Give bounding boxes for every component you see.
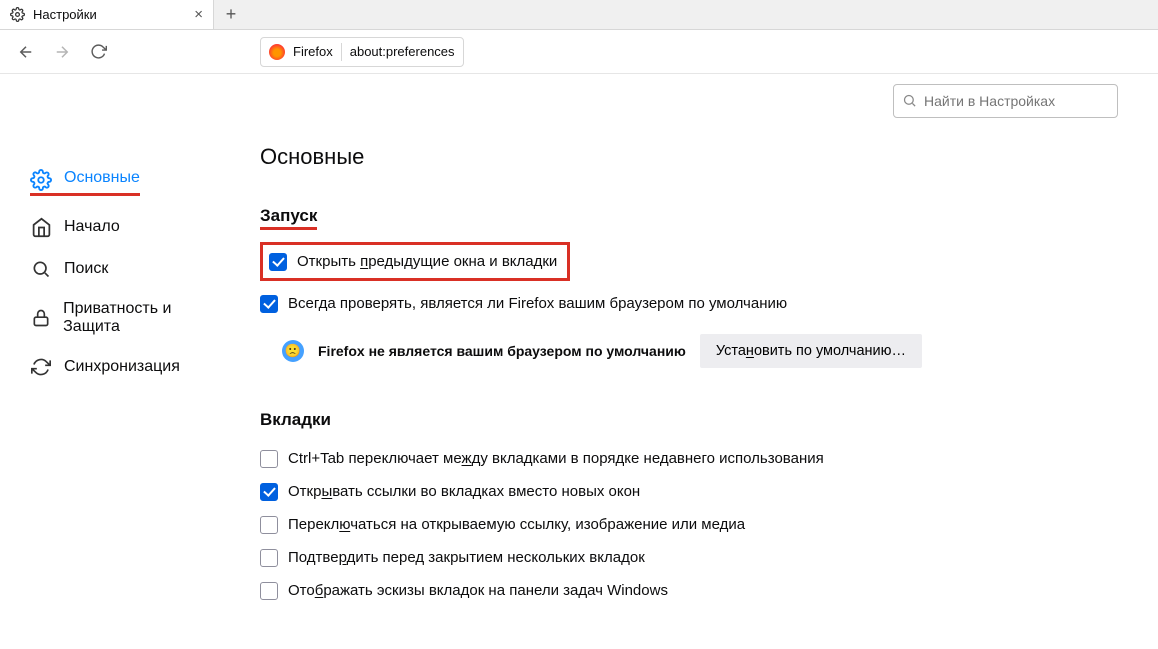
- separator: [341, 43, 342, 61]
- search-icon: [30, 258, 52, 280]
- sidebar-item-search[interactable]: Поиск: [26, 248, 230, 290]
- sidebar-item-label: Синхронизация: [64, 358, 180, 376]
- url-bar[interactable]: Firefox about:preferences: [260, 37, 464, 67]
- set-default-button[interactable]: Установить по умолчанию…: [700, 334, 922, 368]
- url-brand: Firefox: [293, 44, 333, 59]
- tab-title: Настройки: [33, 7, 97, 22]
- content-area: Основные Запуск Открыть предыдущие окна …: [230, 74, 1158, 649]
- gear-icon: [30, 169, 52, 191]
- option-label: Подтвердить перед закрытием нескольких в…: [288, 547, 645, 568]
- sidebar-item-sync[interactable]: Синхронизация: [26, 346, 230, 388]
- sidebar-item-privacy[interactable]: Приватность и Защита: [26, 290, 230, 346]
- tab-strip: Настройки × +: [0, 0, 1158, 30]
- option-label: Открыть предыдущие окна и вкладки: [297, 251, 557, 272]
- page-title: Основные: [260, 144, 1118, 170]
- preferences-page: Основные Начало Поиск Приватность и Защи…: [0, 74, 1158, 649]
- option-label: Всегда проверять, является ли Firefox ва…: [288, 293, 787, 314]
- checkbox-restore-previous[interactable]: [269, 253, 287, 271]
- sidebar-item-label: Основные: [64, 169, 140, 191]
- firefox-icon: [269, 44, 285, 60]
- checkbox-open-links-in-tabs[interactable]: [260, 483, 278, 501]
- status-text: Firefox не является вашим браузером по у…: [318, 343, 686, 359]
- checkbox-always-check-default[interactable]: [260, 295, 278, 313]
- browser-tab-settings[interactable]: Настройки ×: [0, 0, 214, 29]
- search-icon: [902, 93, 917, 108]
- search-input[interactable]: [893, 84, 1118, 118]
- lock-icon: [30, 307, 51, 329]
- sidebar-item-label: Поиск: [64, 260, 108, 278]
- option-label: Переключаться на открываемую ссылку, изо…: [288, 514, 745, 535]
- option-label: Ctrl+Tab переключает между вкладками в п…: [288, 448, 824, 469]
- sync-icon: [30, 356, 52, 378]
- close-icon[interactable]: ×: [194, 6, 203, 23]
- checkbox-switch-to-new-tab[interactable]: [260, 516, 278, 534]
- section-heading-tabs: Вкладки: [260, 410, 1118, 430]
- highlighted-option: Открыть предыдущие окна и вкладки: [260, 242, 570, 281]
- reload-button[interactable]: [84, 38, 112, 66]
- option-label: Открывать ссылки во вкладках вместо новы…: [288, 481, 640, 502]
- checkbox-ctrl-tab[interactable]: [260, 450, 278, 468]
- search-wrapper: [893, 84, 1118, 118]
- new-tab-button[interactable]: +: [214, 0, 248, 29]
- section-heading-startup: Запуск: [260, 206, 1118, 230]
- default-browser-status: 🙁 Firefox не является вашим браузером по…: [282, 334, 1118, 368]
- back-button[interactable]: [12, 38, 40, 66]
- sad-face-icon: 🙁: [282, 340, 304, 362]
- checkbox-taskbar-previews[interactable]: [260, 582, 278, 600]
- forward-button[interactable]: [48, 38, 76, 66]
- sidebar-item-general[interactable]: Основные: [26, 159, 230, 206]
- option-label: Отображать эскизы вкладок на панели зада…: [288, 580, 668, 601]
- home-icon: [30, 216, 52, 238]
- sidebar-item-label: Приватность и Защита: [63, 300, 226, 336]
- sidebar-item-home[interactable]: Начало: [26, 206, 230, 248]
- gear-icon: [10, 7, 25, 22]
- navigation-toolbar: Firefox about:preferences: [0, 30, 1158, 74]
- sidebar: Основные Начало Поиск Приватность и Защи…: [0, 74, 230, 649]
- checkbox-confirm-close-multiple[interactable]: [260, 549, 278, 567]
- url-text: about:preferences: [350, 44, 455, 59]
- sidebar-item-label: Начало: [64, 218, 120, 236]
